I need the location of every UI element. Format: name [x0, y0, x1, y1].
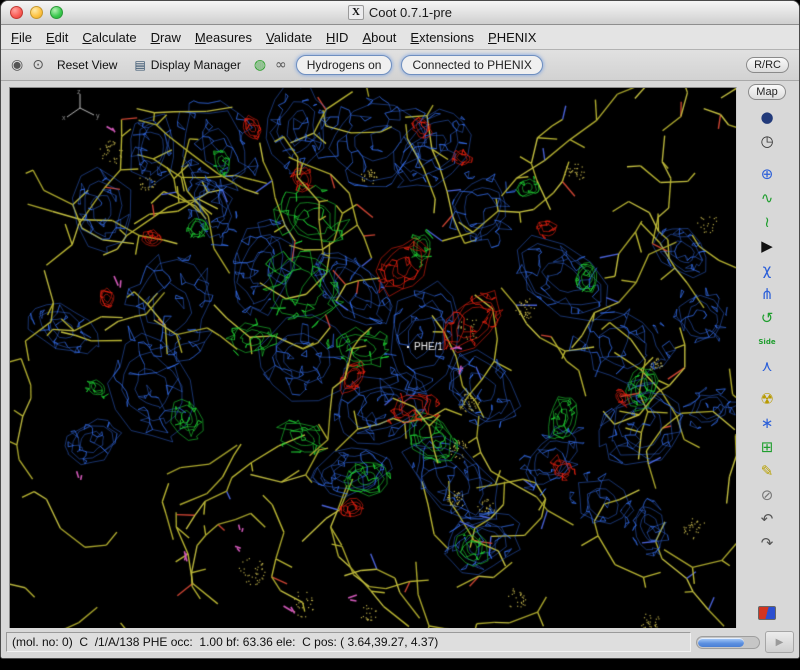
- redo-icon[interactable]: ↷: [761, 531, 774, 555]
- mutate-icon[interactable]: ⋔: [761, 282, 774, 306]
- modelling-icon-stack: ●◷ ⊕∿≀▶χ⋔↺Side⋏ ☢∗⊞✎⊘↶↷: [737, 105, 797, 628]
- reset-view-label: Reset View: [57, 58, 117, 72]
- torsion-general-icon[interactable]: ⋏: [762, 354, 773, 378]
- x11-icon: X: [348, 5, 364, 20]
- expander-button[interactable]: ▶: [765, 631, 794, 653]
- chi-angles-icon[interactable]: χ: [763, 258, 772, 282]
- menu-calculate[interactable]: Calculate: [82, 30, 136, 45]
- map-button[interactable]: Map: [748, 84, 785, 100]
- window-title: Coot 0.7.1-pre: [369, 5, 452, 20]
- zoom-button[interactable]: [50, 6, 63, 19]
- phenix-connection-badge[interactable]: Connected to PHENIX: [401, 55, 542, 75]
- menu-extensions[interactable]: Extensions: [410, 30, 474, 45]
- coot-window: X Coot 0.7.1-pre File Edit Calculate Dra…: [0, 0, 800, 659]
- regularize-clock-icon[interactable]: ◷: [760, 129, 773, 153]
- scrollbar-thumb[interactable]: [698, 638, 744, 647]
- menu-measures[interactable]: Measures: [195, 30, 252, 45]
- menu-phenix[interactable]: PHENIX: [488, 30, 536, 45]
- radiation-icon[interactable]: ☢: [760, 387, 773, 411]
- menubar: File Edit Calculate Draw Measures Valida…: [1, 25, 799, 50]
- menu-validate[interactable]: Validate: [266, 30, 312, 45]
- menu-about[interactable]: About: [362, 30, 396, 45]
- right-toolbar: Map ●◷ ⊕∿≀▶χ⋔↺Side⋏ ☢∗⊞✎⊘↶↷: [737, 81, 797, 628]
- undo-icon[interactable]: ↶: [761, 507, 774, 531]
- status-row: (mol. no: 0) C /1/A/138 PHE occ: 1.00 bf…: [1, 628, 799, 658]
- cycle-rotamer-icon[interactable]: ↺: [761, 306, 774, 330]
- link-atoms-icon[interactable]: ∞: [275, 57, 287, 73]
- rrc-button[interactable]: R/RC: [746, 57, 789, 73]
- title-wrap: X Coot 0.7.1-pre: [348, 5, 452, 20]
- alt-conf-icon[interactable]: ∗: [761, 411, 774, 435]
- rotamer-icon[interactable]: ∿: [761, 186, 774, 210]
- rotate-translate-icon[interactable]: ⊕: [761, 162, 774, 186]
- hydrogens-toggle[interactable]: Hydrogens on: [296, 55, 393, 75]
- titlebar[interactable]: X Coot 0.7.1-pre: [1, 1, 799, 25]
- menu-hid[interactable]: HID: [326, 30, 348, 45]
- main-content: Map ●◷ ⊕∿≀▶χ⋔↺Side⋏ ☢∗⊞✎⊘↶↷: [1, 81, 799, 628]
- menu-edit[interactable]: Edit: [46, 30, 68, 45]
- molecular-viewport[interactable]: [9, 87, 737, 635]
- auto-fit-play-icon[interactable]: ▶: [761, 234, 773, 258]
- display-manager-icon: ▤: [134, 58, 145, 72]
- delete-item-icon[interactable]: ⊘: [761, 483, 774, 507]
- menu-file[interactable]: File: [11, 30, 32, 45]
- target-circle-icon[interactable]: ⊙: [32, 57, 44, 73]
- close-button[interactable]: [10, 6, 23, 19]
- refine-sphere-icon[interactable]: ●: [760, 105, 773, 129]
- display-color-icon[interactable]: [758, 606, 776, 620]
- minimize-button[interactable]: [30, 6, 43, 19]
- toolbar: ◉ ⊙ Reset View ▤ Display Manager ◍ ∞ Hyd…: [1, 50, 799, 81]
- record-circle-icon[interactable]: ◉: [11, 57, 23, 73]
- window-controls: [10, 6, 63, 19]
- green-led-icon[interactable]: ◍: [254, 57, 266, 73]
- status-bar: (mol. no: 0) C /1/A/138 PHE occ: 1.00 bf…: [6, 632, 691, 652]
- display-manager-button[interactable]: ▤ Display Manager: [130, 56, 244, 74]
- horizontal-scrollbar[interactable]: [696, 636, 760, 649]
- torsion-icon[interactable]: ≀: [764, 210, 770, 234]
- add-residue-icon[interactable]: ⊞: [761, 435, 774, 459]
- reset-view-button[interactable]: Reset View: [53, 56, 121, 74]
- display-manager-label: Display Manager: [151, 58, 241, 72]
- menu-draw[interactable]: Draw: [151, 30, 181, 45]
- side-chain-flip-icon[interactable]: Side: [758, 330, 775, 354]
- pencil-icon[interactable]: ✎: [761, 459, 774, 483]
- triangle-icon: ▶: [776, 637, 784, 648]
